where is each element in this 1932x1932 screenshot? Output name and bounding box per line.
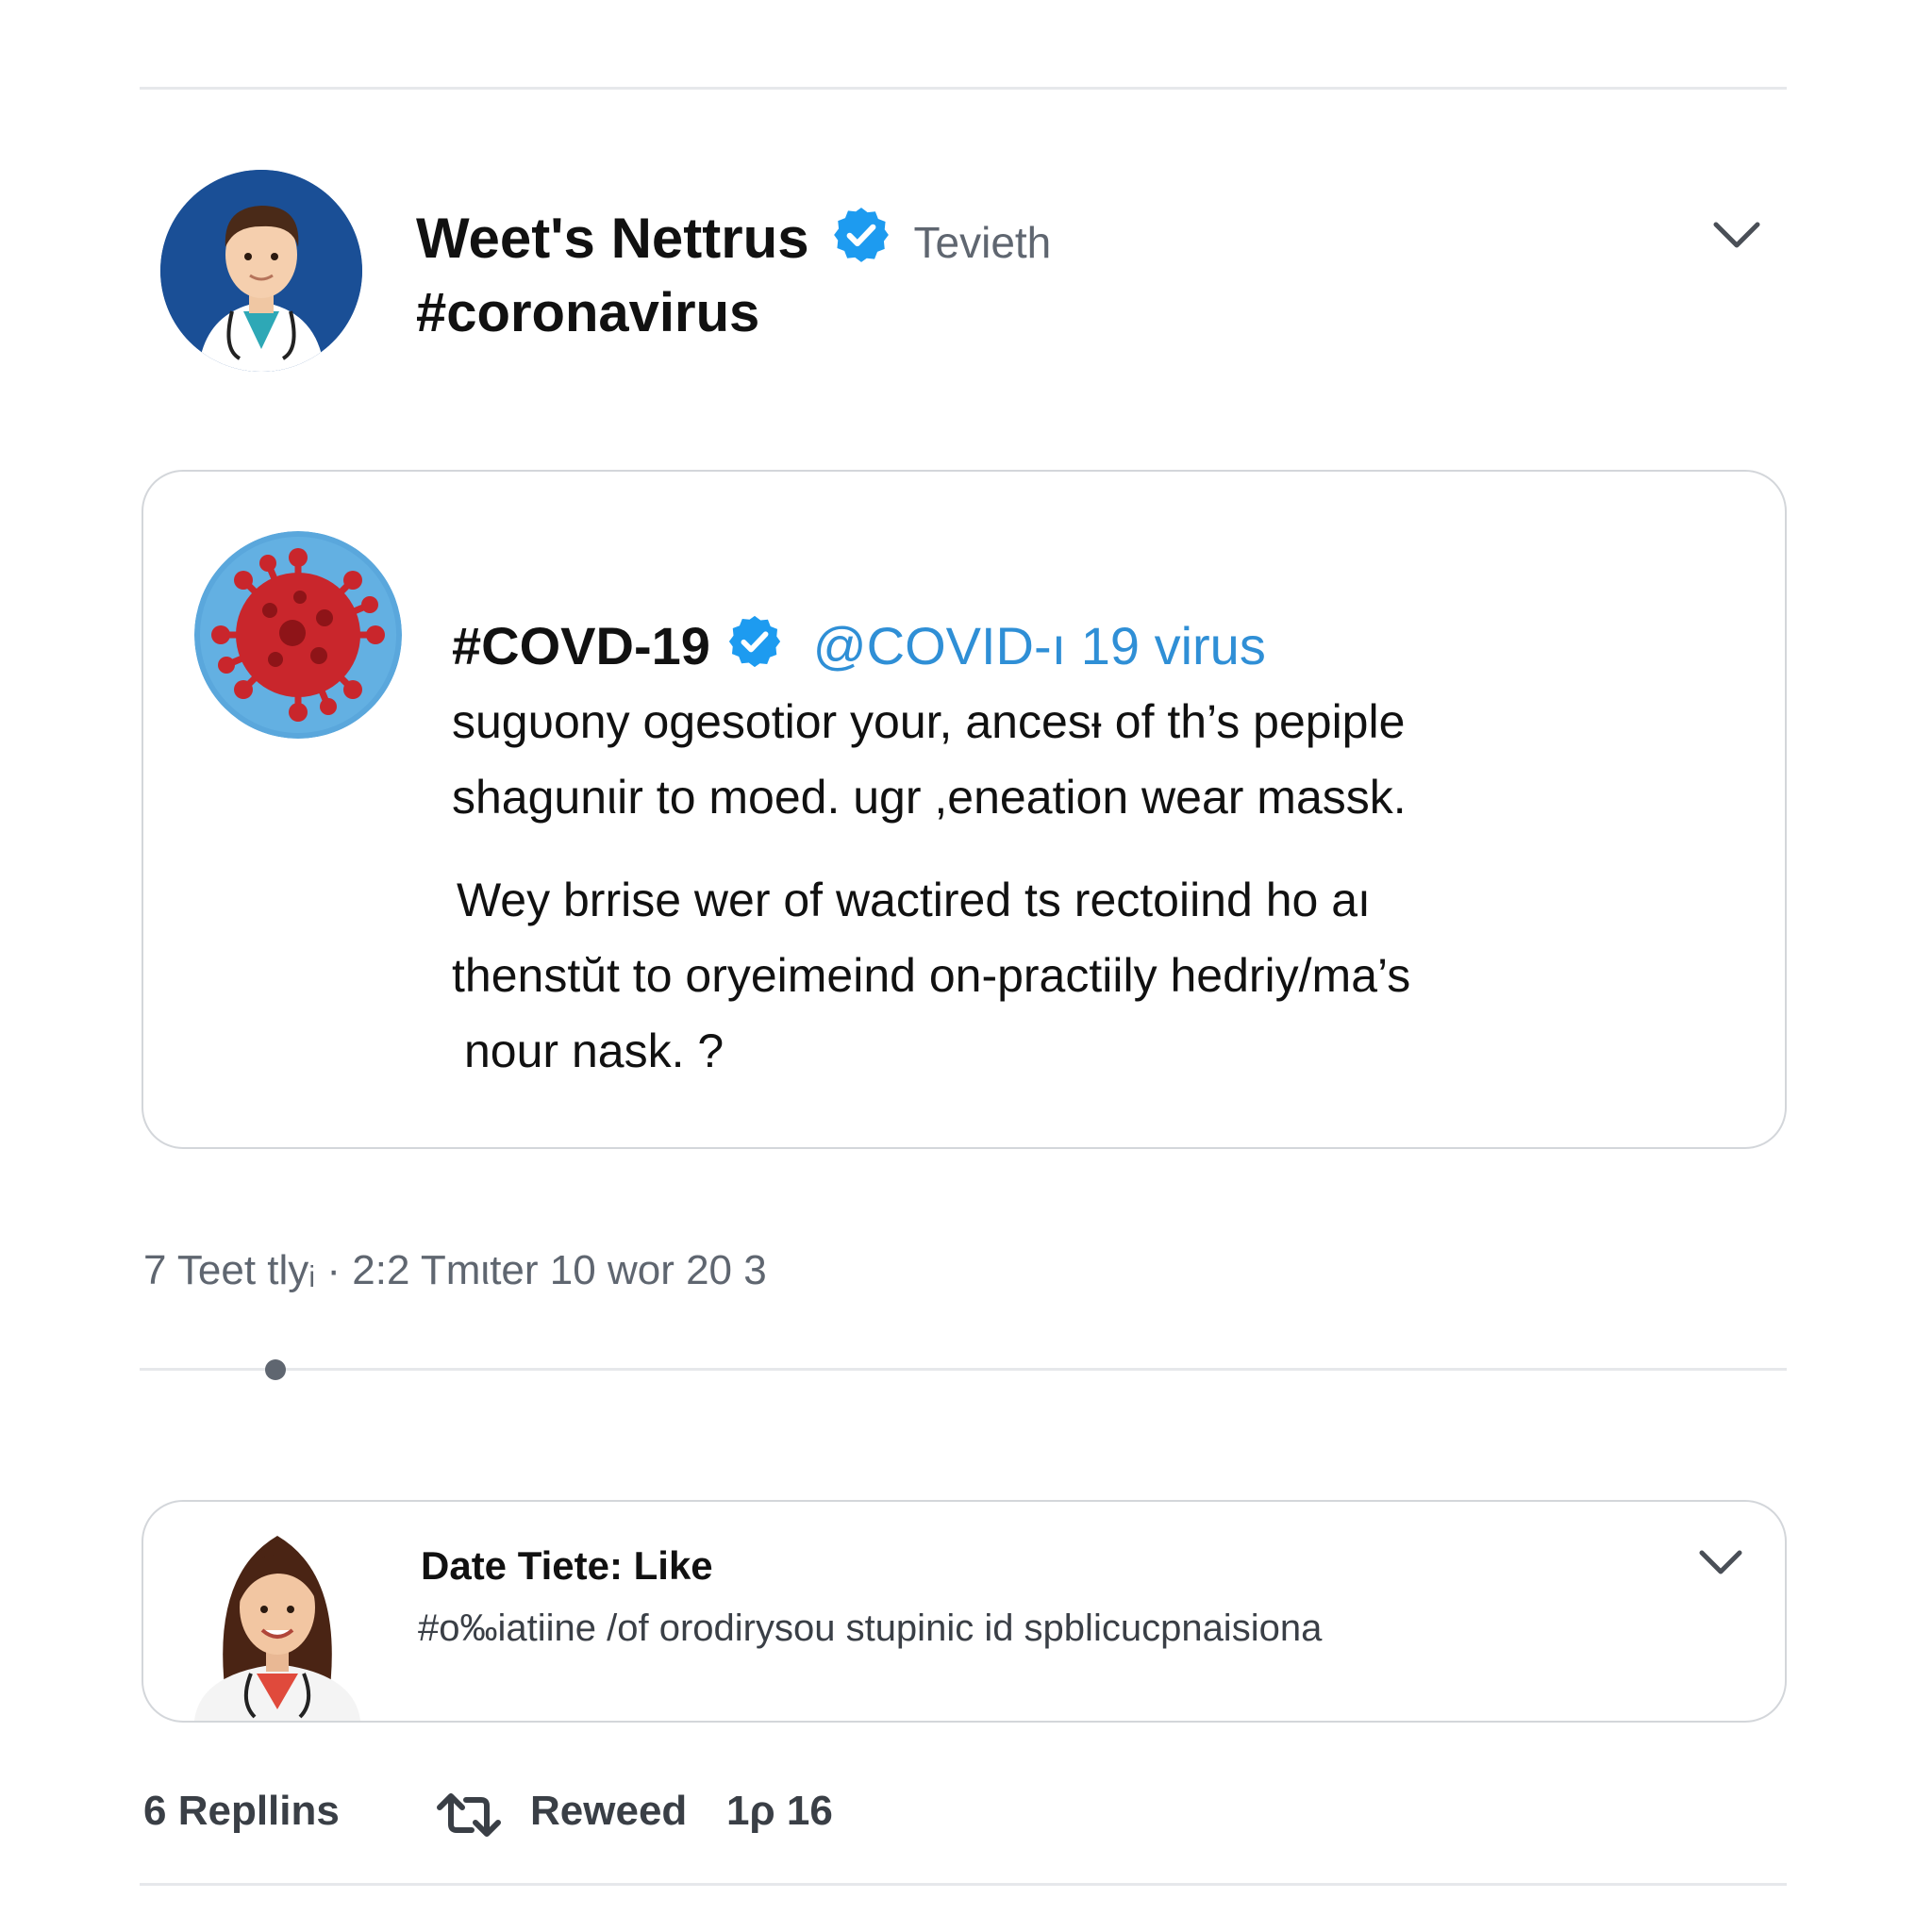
quoted-text-line-4: thenstŭt to oryeimeind on-practiily hedr… [452, 949, 1411, 1002]
quoted-text-line-1: sugυony ogesotior your, ancesᵼ of th’s p… [452, 695, 1406, 748]
quoted-name[interactable]: #COVD-19 [452, 616, 710, 675]
bottom-divider [140, 1883, 1787, 1886]
divider-dot [265, 1359, 286, 1380]
verified-badge-icon [725, 612, 784, 700]
reply-avatar[interactable] [185, 1507, 370, 1721]
header-hashtag[interactable]: #coronavirus [416, 281, 759, 344]
quoted-text-line-3: Wey brrise wer of wactired ts rectoiind … [457, 874, 1371, 926]
replies-count[interactable]: 6 Repllins [143, 1788, 340, 1835]
tweet-meta: 7 Teet tlyᵢ · 2:2 Tmιter 10 wor 20 3 [143, 1247, 767, 1293]
quoted-text-line-5: nour nask. ? [464, 1024, 724, 1077]
doctor-man-icon [160, 170, 362, 372]
likes-count[interactable]: 1ρ 16 [726, 1788, 833, 1835]
reply-title[interactable]: Date Tiete: Like [421, 1543, 713, 1589]
author-avatar[interactable] [160, 170, 362, 372]
author-handle[interactable]: Tevieth [914, 218, 1052, 267]
author-name[interactable]: Weet's Nettrus [416, 207, 809, 270]
top-divider [140, 87, 1787, 90]
quoted-text-line-2: shagunιir to moed. ugr ,eneation wear ma… [452, 771, 1407, 824]
header-chevron-down-icon[interactable] [1712, 219, 1761, 256]
covid-avatar[interactable] [194, 531, 402, 739]
author-line: Weet's Nettrus Tevieth [416, 206, 1051, 272]
verified-badge-icon [830, 204, 892, 295]
retweet-icon[interactable] [434, 1790, 504, 1844]
reply-body: #o‰iatiine /of orodirysou stupinic id sp… [418, 1607, 1323, 1649]
meta-divider [140, 1368, 1787, 1371]
retweet-label[interactable]: Reweed [530, 1788, 687, 1835]
reply-chevron-down-icon[interactable] [1698, 1547, 1743, 1582]
virus-icon [194, 531, 402, 739]
doctor-woman-icon [194, 1536, 360, 1721]
quoted-handle[interactable]: @COVID-ı 19 virus [813, 616, 1266, 675]
quoted-header: #COVD-19 @COVID-ı 19 virus [452, 613, 1266, 679]
